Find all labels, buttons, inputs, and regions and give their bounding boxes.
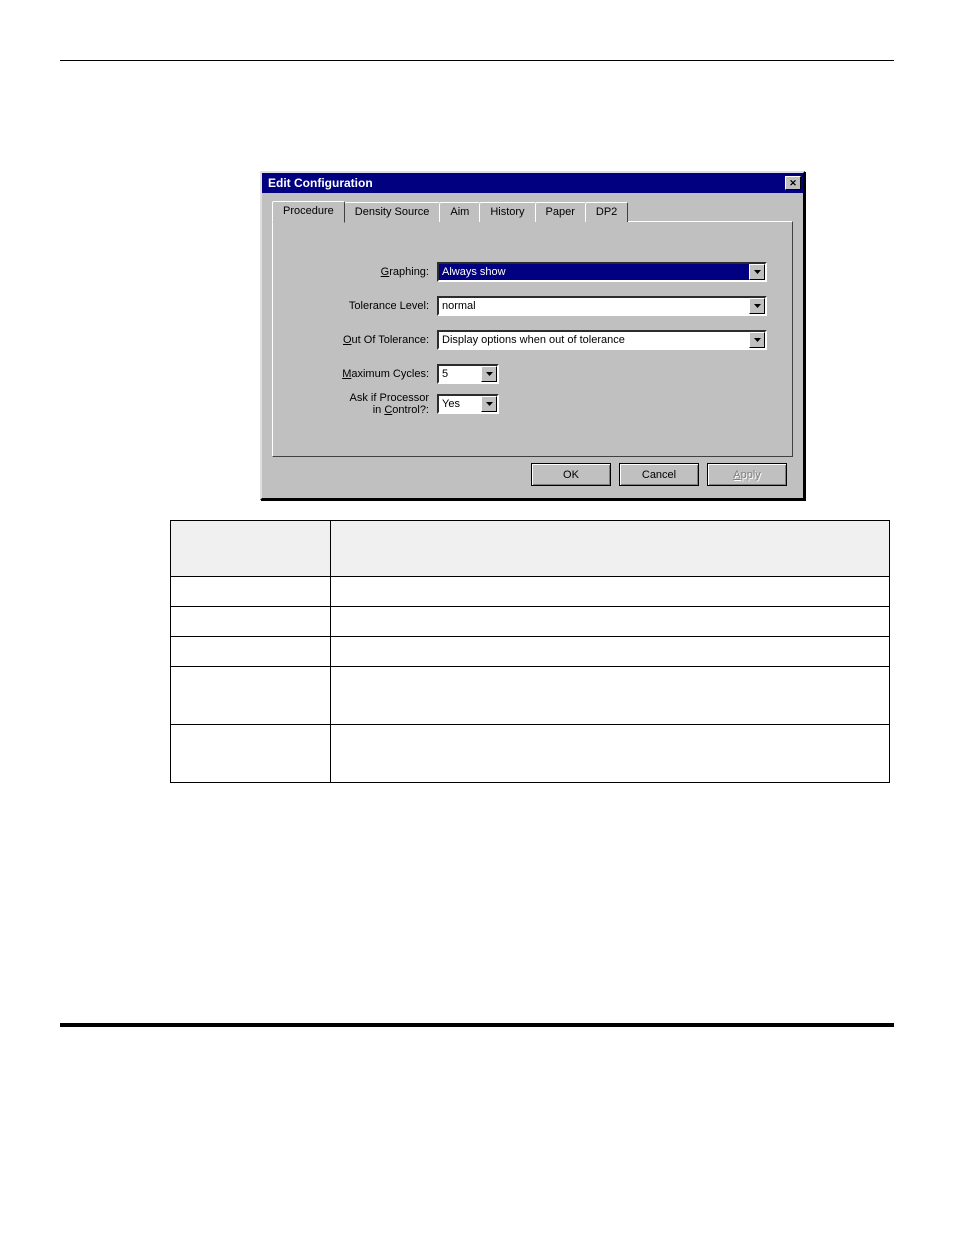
dropdown-button[interactable] xyxy=(481,366,497,382)
edit-configuration-dialog: Edit Configuration ✕ Procedure Density S… xyxy=(260,171,805,500)
table-cell xyxy=(171,667,331,725)
table-cell xyxy=(331,667,890,725)
tab-label: Paper xyxy=(546,206,575,218)
button-label: Cancel xyxy=(642,469,676,481)
tab-label: Aim xyxy=(450,206,469,218)
button-label: OK xyxy=(563,469,579,481)
label-graphing: Graphing: xyxy=(287,266,437,278)
ask-processor-combo[interactable]: Yes xyxy=(437,394,499,414)
row-tolerance: Tolerance Level: normal xyxy=(287,296,778,316)
dialog-body: Procedure Density Source Aim History Pap… xyxy=(262,193,803,498)
table-row xyxy=(171,667,890,725)
out-of-tolerance-combo[interactable]: Display options when out of tolerance xyxy=(437,330,767,350)
page-top-rule xyxy=(60,60,894,61)
tab-label: Procedure xyxy=(283,205,334,217)
max-cycles-combo[interactable]: 5 xyxy=(437,364,499,384)
table-row xyxy=(171,637,890,667)
tab-label: History xyxy=(490,206,524,218)
tab-procedure[interactable]: Procedure xyxy=(272,201,345,223)
dropdown-button[interactable] xyxy=(749,332,765,348)
label-text: Tolerance Level: xyxy=(349,300,429,312)
tab-dp2[interactable]: DP2 xyxy=(585,202,628,222)
table-cell xyxy=(331,637,890,667)
page-bottom-rule xyxy=(60,1023,894,1027)
chevron-down-icon xyxy=(754,338,761,342)
dialog-button-row: OK Cancel Apply xyxy=(272,457,793,488)
button-label: Apply xyxy=(733,469,761,481)
table-row xyxy=(171,607,890,637)
tab-history[interactable]: History xyxy=(479,202,535,222)
dropdown-button[interactable] xyxy=(749,264,765,280)
label-out-of-tolerance: Out Of Tolerance: xyxy=(287,334,437,346)
dropdown-button[interactable] xyxy=(481,396,497,412)
label-ask-processor: Ask if Processor in Control?: xyxy=(287,392,437,416)
table-cell xyxy=(331,607,890,637)
label-tolerance: Tolerance Level: xyxy=(287,300,437,312)
tab-density-source[interactable]: Density Source xyxy=(344,202,441,222)
table-cell xyxy=(171,577,331,607)
label-text: raphing: xyxy=(389,266,429,278)
table-header-cell xyxy=(171,521,331,577)
tabstrip: Procedure Density Source Aim History Pap… xyxy=(272,201,793,222)
close-button[interactable]: ✕ xyxy=(785,176,801,190)
tab-label: Density Source xyxy=(355,206,430,218)
table-cell xyxy=(171,607,331,637)
table-cell xyxy=(171,637,331,667)
max-cycles-value: 5 xyxy=(439,366,481,382)
out-of-tolerance-value: Display options when out of tolerance xyxy=(439,332,749,348)
label-mnemonic: M xyxy=(342,368,351,380)
row-ask-processor: Ask if Processor in Control?: Yes xyxy=(287,392,778,416)
info-table xyxy=(170,520,890,783)
chevron-down-icon xyxy=(486,372,493,376)
label-mnemonic: G xyxy=(381,266,390,278)
row-graphing: Graphing: Always show xyxy=(287,262,778,282)
tab-panel-procedure: Graphing: Always show Tolerance Level: xyxy=(272,221,793,457)
dropdown-button[interactable] xyxy=(749,298,765,314)
table-header-cell xyxy=(331,521,890,577)
table-row xyxy=(171,725,890,783)
tolerance-value: normal xyxy=(439,298,749,314)
dialog-titlebar: Edit Configuration ✕ xyxy=(262,173,803,193)
graphing-value: Always show xyxy=(439,264,749,280)
apply-button[interactable]: Apply xyxy=(707,463,787,486)
tolerance-combo[interactable]: normal xyxy=(437,296,767,316)
ask-processor-value: Yes xyxy=(439,396,481,412)
cancel-button[interactable]: Cancel xyxy=(619,463,699,486)
label-text: ontrol?: xyxy=(392,404,429,416)
chevron-down-icon xyxy=(754,304,761,308)
chevron-down-icon xyxy=(754,270,761,274)
tab-aim[interactable]: Aim xyxy=(439,202,480,222)
graphing-combo[interactable]: Always show xyxy=(437,262,767,282)
table-header-row xyxy=(171,521,890,577)
table-cell xyxy=(331,577,890,607)
chevron-down-icon xyxy=(486,402,493,406)
label-max-cycles: Maximum Cycles: xyxy=(287,368,437,380)
label-text: in xyxy=(373,404,385,416)
table-row xyxy=(171,577,890,607)
label-mnemonic: O xyxy=(343,334,352,346)
ok-button[interactable]: OK xyxy=(531,463,611,486)
table-cell xyxy=(331,725,890,783)
close-icon: ✕ xyxy=(789,179,797,188)
table-cell xyxy=(171,725,331,783)
row-max-cycles: Maximum Cycles: 5 xyxy=(287,364,778,384)
tab-paper[interactable]: Paper xyxy=(535,202,586,222)
row-out-of-tolerance: Out Of Tolerance: Display options when o… xyxy=(287,330,778,350)
label-text: Ask if Processor xyxy=(350,392,429,404)
label-text: ut Of Tolerance: xyxy=(352,334,429,346)
tab-label: DP2 xyxy=(596,206,617,218)
label-text: aximum Cycles: xyxy=(351,368,429,380)
dialog-title: Edit Configuration xyxy=(268,176,373,190)
